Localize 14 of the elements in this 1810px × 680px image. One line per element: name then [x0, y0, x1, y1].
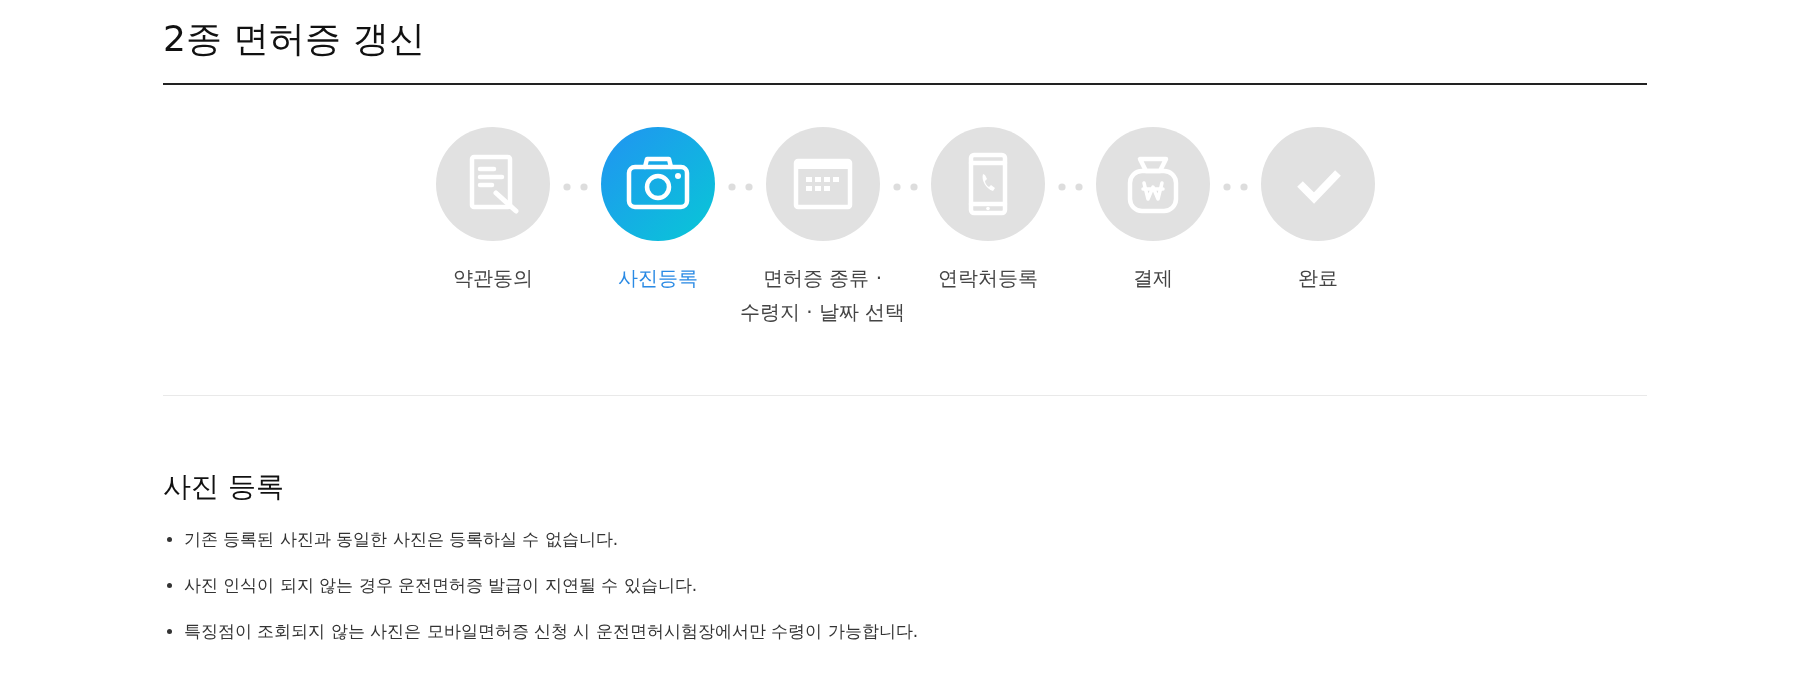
page-title: 2종 면허증 갱신 — [163, 17, 426, 61]
step-label: 약관동의 — [452, 265, 533, 292]
note-text: 기존 등록된 사진과 동일한 사진은 등록하실 수 없습니다. — [184, 528, 619, 551]
note-text: 사진 인식이 되지 않는 경우 운전면허증 발급이 지연될 수 있습니다. — [184, 574, 698, 597]
step-label: 완료 — [1297, 265, 1338, 292]
bullet-icon — [167, 582, 172, 588]
step-label: 면허증 종류 · 수령지 · 날짜 선택 — [738, 265, 907, 326]
bullet-icon — [167, 536, 172, 542]
section-heading: 사진 등록 — [163, 469, 285, 505]
note-text: 특징점이 조회되지 않는 사진은 모바일면허증 신청 시 운전면허시험장에서만 수령이 가능합니다. — [184, 620, 919, 643]
step-label: 결제 — [1132, 265, 1173, 292]
step-label: 사진등록 — [617, 265, 698, 292]
step-label: 연락처등록 — [937, 265, 1038, 292]
bullet-icon — [167, 628, 172, 634]
